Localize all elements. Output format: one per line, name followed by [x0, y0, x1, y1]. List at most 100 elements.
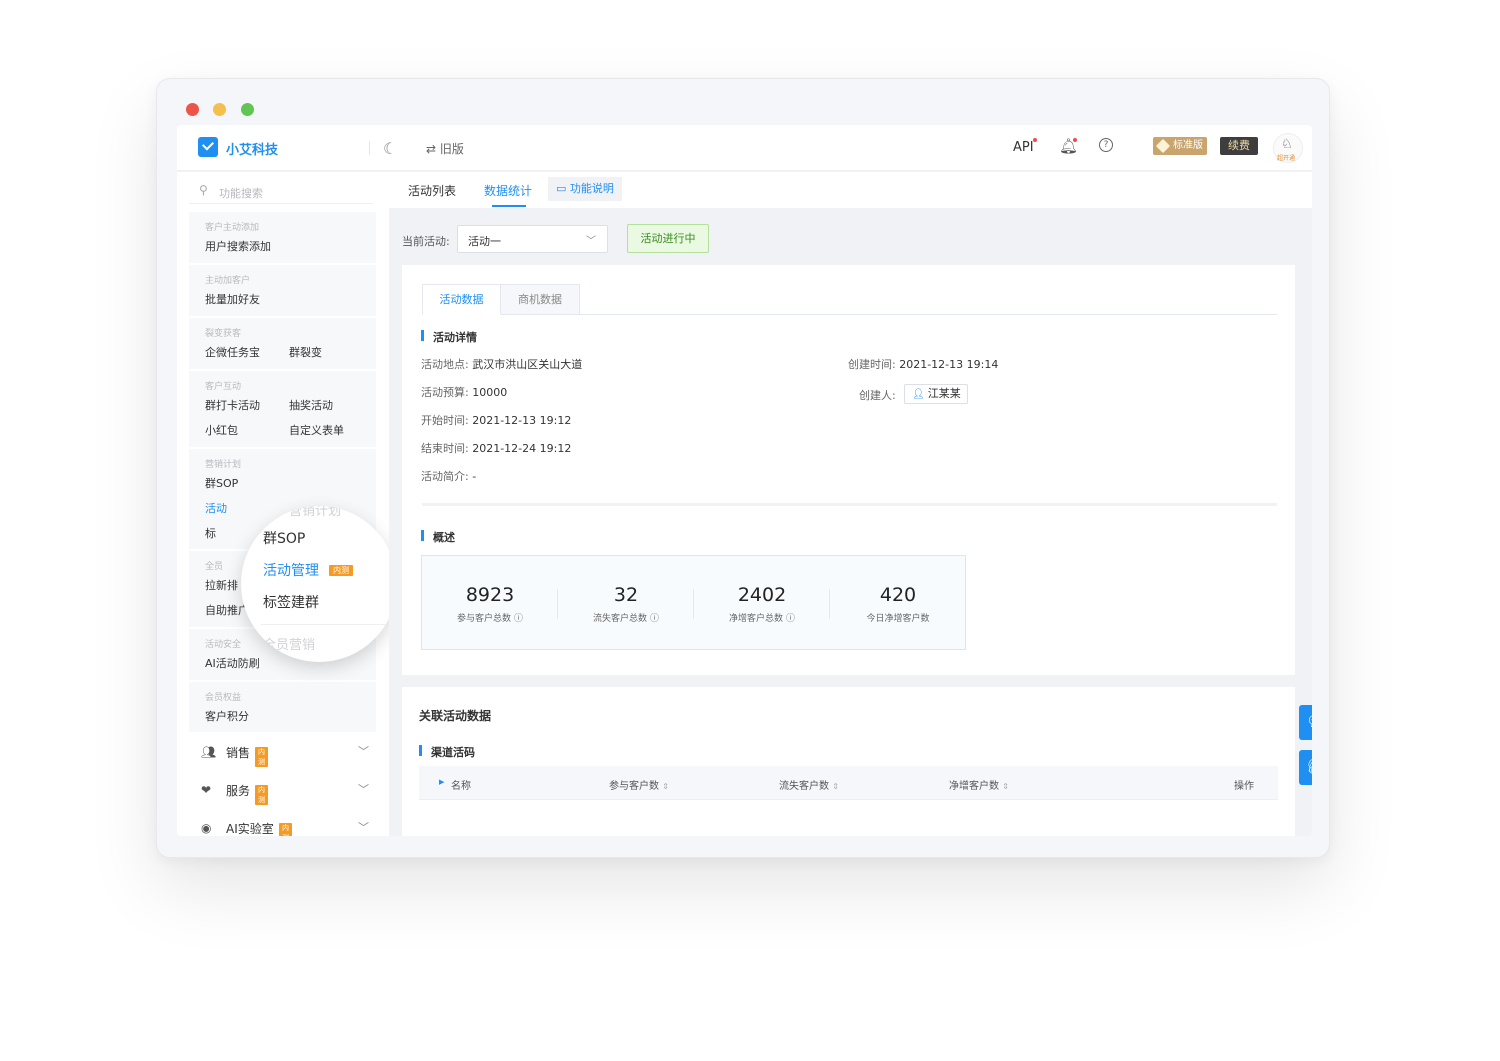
plan-badge-label: 标准版 [1173, 140, 1203, 151]
chevron-down-icon[interactable]: ﹀ [358, 819, 369, 835]
search-input[interactable]: 功能搜索 [219, 185, 263, 201]
field-label: 活动预算: [421, 386, 469, 399]
beta-tag: 内测 [329, 565, 353, 576]
old-version-label: 旧版 [439, 142, 464, 156]
beta-tag: 内测 [255, 785, 268, 805]
sidebar-item[interactable]: 批量加好友 [205, 291, 260, 307]
field-label: 活动地点: [421, 358, 469, 371]
stat-value: 2402 [737, 584, 787, 606]
logo-icon [198, 137, 218, 157]
customer-service-button[interactable]: 🎧︎ [1299, 750, 1312, 785]
sidebar-item[interactable]: 自定义表单 [289, 422, 344, 438]
related-data-card: 关联活动数据 渠道活码 ▶ 名称 参与客户数 ⇕ 流失客户数 ⇕ 净增客户数 ⇕… [402, 687, 1295, 836]
column-lost[interactable]: 流失客户数 ⇕ [779, 777, 839, 792]
feature-guide-button[interactable]: ▭ 功能说明 [548, 177, 622, 201]
chat-button[interactable]: 💬︎ [1299, 705, 1312, 740]
sidebar: ⚲ 功能搜索 客户主动添加 用户搜索添加 主动加客户 批量加好友 裂变获客 企微… [177, 172, 397, 836]
plan-badge[interactable]: 标准版 [1153, 137, 1207, 155]
beta-tag: 内测 [255, 747, 268, 767]
api-notice-dot [1033, 138, 1037, 142]
sort-icon: ⇕ [662, 782, 669, 791]
tab-activity-list[interactable]: 活动列表 [408, 182, 456, 199]
field-label: 创建时间: [848, 358, 896, 371]
chat-bubble-icon: 💬︎ [1306, 712, 1312, 730]
sidebar-item[interactable]: AI活动防刷 [205, 655, 260, 671]
app-window: 小艾科技 ☾ ⇄ 旧版 API 🔔︎ ? 标准版 续费 ♘ 超开通 ⚲ 功能搜索 … [156, 78, 1330, 858]
avatar[interactable]: ♘ 超开通 [1273, 133, 1303, 163]
stat-participants: 8923 参与客户总数 ⓘ [422, 556, 558, 651]
column-participants[interactable]: 参与客户数 ⇕ [609, 777, 669, 792]
tab-opportunity-data[interactable]: 商机数据 [501, 284, 580, 315]
activity-select[interactable]: 活动一 ﹀ [457, 225, 608, 253]
robot-icon: ◉ [201, 821, 212, 835]
switch-icon: ⇄ [426, 142, 437, 156]
renew-button[interactable]: 续费 [1220, 137, 1258, 155]
users-icon: 👥︎ [201, 745, 217, 759]
column-actions: 操作 [1234, 781, 1254, 792]
sidebar-item[interactable]: 小红包 [205, 422, 238, 438]
chevron-down-icon[interactable]: ﹀ [358, 781, 369, 797]
main-content: 当前活动: 活动一 ﹀ 活动进行中 活动数据 商机数据 活动详情 活动地点: 武… [389, 208, 1312, 836]
module-label: 服务 [226, 784, 251, 798]
field-location: 活动地点: 武汉市洪山区关山大道 [421, 356, 582, 372]
magnifier-item-group-sop[interactable]: 群SOP [263, 528, 305, 548]
sidebar-item[interactable]: 群打卡活动 [205, 397, 260, 413]
app-frame: 小艾科技 ☾ ⇄ 旧版 API 🔔︎ ? 标准版 续费 ♘ 超开通 ⚲ 功能搜索 … [177, 125, 1312, 836]
sidebar-item[interactable]: 活动 [205, 500, 227, 516]
tab-data-statistics[interactable]: 数据统计 [484, 182, 532, 199]
creator-name: 江某某 [927, 387, 961, 400]
card-title: 关联活动数据 [419, 709, 492, 723]
sidebar-item[interactable]: 客户积分 [205, 708, 249, 724]
column-name: 名称 [451, 781, 471, 792]
sidebar-item[interactable]: 标 [205, 525, 216, 541]
chevron-down-icon[interactable]: ﹀ [358, 743, 369, 759]
activity-select-value: 活动一 [468, 235, 501, 248]
sidebar-item[interactable]: 群SOP [205, 475, 238, 491]
field-label: 开始时间: [421, 414, 469, 427]
creator-tag[interactable]: 👤︎ 江某某 [904, 384, 968, 404]
field-intro: 活动简介: - [421, 468, 476, 484]
close-window-button[interactable] [186, 103, 199, 116]
stat-label: 流失客户总数 ⓘ [558, 611, 694, 624]
feature-guide-label: 功能说明 [569, 182, 614, 195]
field-label: 结束时间: [421, 442, 469, 455]
heart-hand-icon: ❤︎ [201, 783, 212, 797]
data-tabs: 活动数据 商机数据 [422, 284, 1277, 315]
stat-label: 净增客户总数 ⓘ [694, 611, 830, 624]
table-header: ▶ 名称 参与客户数 ⇕ 流失客户数 ⇕ 净增客户数 ⇕ 操作 [419, 766, 1278, 800]
info-icon[interactable]: ⓘ [786, 614, 795, 624]
search-box[interactable]: ⚲ 功能搜索 [189, 180, 373, 204]
stat-lost: 32 流失客户总数 ⓘ [558, 556, 694, 651]
column-label: 净增客户数 [949, 781, 999, 792]
group-title: 活动安全 [205, 640, 242, 650]
help-icon[interactable]: ? [1099, 138, 1113, 152]
field-budget: 活动预算: 10000 [421, 384, 507, 400]
dark-mode-icon[interactable]: ☾ [383, 139, 397, 158]
info-icon[interactable]: ⓘ [514, 614, 523, 624]
sidebar-item[interactable]: 用户搜索添加 [205, 238, 271, 254]
minimize-window-button[interactable] [213, 103, 226, 116]
group-title: 裂变获客 [205, 329, 242, 339]
magnifier-item-activity-management[interactable]: 活动管理 [263, 560, 319, 580]
sort-icon: ⇕ [1002, 782, 1009, 791]
magnifier-item-tag-group[interactable]: 标签建群 [263, 592, 319, 612]
info-icon[interactable]: ⓘ [650, 614, 659, 624]
tab-activity-data[interactable]: 活动数据 [422, 284, 501, 315]
maximize-window-button[interactable] [241, 103, 254, 116]
logo-text[interactable]: 小艾科技 [226, 139, 278, 158]
field-end-time: 结束时间: 2021-12-24 19:12 [421, 440, 571, 456]
sidebar-group: 裂变获客 企微任务宝 群裂变 [189, 318, 376, 369]
diamond-icon [1155, 138, 1171, 154]
stat-value: 32 [613, 584, 639, 606]
sidebar-item[interactable]: 抽奖活动 [289, 397, 333, 413]
sidebar-item[interactable]: 群裂变 [289, 344, 322, 360]
active-tab-indicator [492, 205, 526, 207]
section-title: 概述 [421, 529, 455, 545]
api-link[interactable]: API [1013, 140, 1034, 155]
sidebar-item[interactable]: 拉新排 [205, 577, 238, 593]
sidebar-item[interactable]: 企微任务宝 [205, 344, 260, 360]
field-label: 创建人: [859, 387, 896, 403]
caret-right-icon[interactable]: ▶ [439, 778, 444, 786]
column-net-growth[interactable]: 净增客户数 ⇕ [949, 777, 1009, 792]
old-version-switch[interactable]: ⇄ 旧版 [426, 140, 464, 157]
